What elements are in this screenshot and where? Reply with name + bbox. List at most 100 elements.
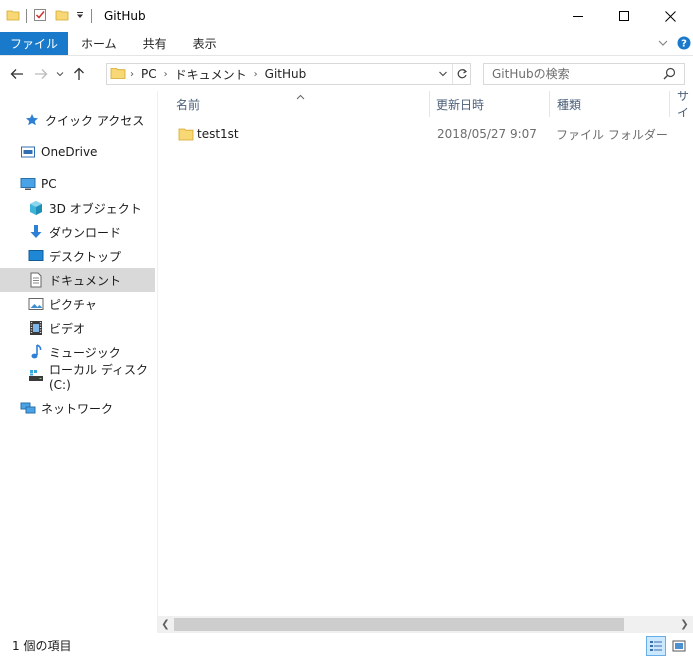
search-icon[interactable] — [663, 67, 676, 83]
nav-item-3d-objects[interactable]: 3D オブジェクト — [0, 196, 155, 220]
expand-ribbon-icon[interactable] — [657, 37, 669, 52]
help-icon[interactable]: ? — [677, 36, 691, 53]
desktop-icon — [28, 248, 44, 264]
address-dropdown-button[interactable] — [434, 69, 452, 79]
nav-item-label: ダウンロード — [49, 225, 122, 240]
column-divider[interactable] — [669, 91, 670, 117]
item-count: 1 個の項目 — [12, 639, 72, 653]
tab-view[interactable]: 表示 — [180, 32, 230, 55]
nav-item-pc[interactable]: PC — [0, 172, 155, 196]
toolbar-separator — [26, 9, 27, 23]
properties-icon[interactable] — [33, 8, 47, 25]
search-box[interactable] — [483, 63, 685, 85]
tab-file[interactable]: ファイル — [0, 32, 69, 55]
folder-icon — [110, 65, 126, 84]
quick-access-toolbar — [0, 0, 98, 32]
nav-item-desktop[interactable]: デスクトップ — [0, 244, 155, 268]
large-icons-view-icon — [672, 640, 686, 652]
column-header-label: 更新日時 — [436, 97, 485, 112]
nav-item-label: デスクトップ — [49, 249, 122, 264]
file-type: ファイル フォルダー — [556, 127, 668, 142]
column-header-type[interactable]: 種類 — [557, 91, 667, 117]
scrollbar-thumb[interactable] — [174, 618, 624, 631]
chevron-right-icon[interactable]: › — [250, 69, 262, 80]
ribbon-tabs: ファイル ホーム 共有 表示 ? — [0, 32, 693, 56]
navigation-pane: クイック アクセス OneDrive PC 3D オブジェクト ダウンロード デ… — [0, 91, 156, 631]
tab-home[interactable]: ホーム — [68, 32, 130, 55]
tab-share[interactable]: 共有 — [130, 32, 180, 55]
column-header-modified[interactable]: 更新日時 — [436, 91, 551, 117]
address-bar[interactable]: › PC › ドキュメント › GitHub — [106, 63, 471, 85]
download-icon — [28, 224, 44, 240]
nav-item-local-disk[interactable]: ローカル ディスク (C:) — [0, 363, 155, 392]
column-header-label: 名前 — [176, 97, 201, 112]
scroll-right-icon[interactable]: ❯ — [676, 616, 693, 633]
up-button[interactable] — [67, 62, 91, 86]
folder-icon — [178, 126, 194, 145]
recent-locations-button[interactable] — [53, 62, 67, 86]
refresh-icon — [457, 69, 467, 79]
details-view-button[interactable] — [646, 636, 666, 656]
column-header-size[interactable]: サイ — [677, 91, 693, 117]
pc-icon — [20, 176, 36, 192]
nav-item-label: OneDrive — [41, 145, 98, 159]
nav-item-label: ローカル ディスク (C:) — [49, 362, 148, 392]
maximize-button[interactable] — [601, 0, 647, 32]
nav-item-label: ネットワーク — [41, 401, 114, 416]
breadcrumb-github[interactable]: GitHub — [262, 67, 310, 81]
breadcrumb-documents[interactable]: ドキュメント — [172, 66, 250, 83]
nav-item-label: ミュージック — [49, 345, 121, 360]
chevron-right-icon[interactable]: › — [126, 69, 138, 80]
nav-item-quick-access[interactable]: クイック アクセス — [0, 108, 155, 132]
drive-icon — [28, 368, 44, 384]
column-header-label: 種類 — [557, 97, 582, 112]
nav-item-label: クイック アクセス — [45, 113, 145, 128]
file-name: test1st — [197, 127, 239, 141]
new-folder-icon[interactable] — [55, 8, 69, 25]
nav-item-videos[interactable]: ビデオ — [0, 316, 155, 340]
documents-icon — [28, 272, 44, 288]
breadcrumb-pc[interactable]: PC — [138, 67, 160, 81]
status-bar: 1 個の項目 — [0, 633, 693, 658]
maximize-icon — [619, 11, 629, 21]
file-list: 名前 更新日時 種類 サイ test1st 2018/05/27 9:07 ファ… — [157, 91, 693, 631]
pictures-icon — [28, 296, 44, 312]
column-divider[interactable] — [429, 91, 430, 117]
nav-item-label: 3D オブジェクト — [49, 201, 142, 216]
column-header-label: サイ — [677, 91, 690, 117]
network-icon — [20, 400, 36, 416]
table-row[interactable]: test1st 2018/05/27 9:07 ファイル フォルダー — [172, 123, 682, 145]
nav-item-network[interactable]: ネットワーク — [0, 396, 155, 420]
close-icon — [664, 10, 676, 22]
close-button[interactable] — [647, 0, 693, 32]
search-input[interactable] — [492, 65, 662, 83]
chevron-right-icon[interactable]: › — [160, 69, 172, 80]
nav-item-label: ドキュメント — [49, 273, 122, 288]
nav-item-pictures[interactable]: ピクチャ — [0, 292, 155, 316]
arrow-left-icon — [10, 69, 23, 79]
forward-button[interactable] — [29, 62, 53, 86]
onedrive-icon — [20, 144, 36, 160]
svg-text:?: ? — [681, 38, 687, 49]
nav-item-label: ピクチャ — [49, 297, 97, 312]
arrow-up-icon — [74, 67, 84, 80]
nav-item-documents[interactable]: ドキュメント — [0, 268, 155, 292]
large-icons-view-button[interactable] — [669, 636, 689, 656]
star-icon — [24, 112, 40, 128]
nav-item-onedrive[interactable]: OneDrive — [0, 140, 155, 164]
toolbar-separator — [91, 9, 92, 23]
column-header-name[interactable]: 名前 — [176, 91, 431, 117]
refresh-button[interactable] — [452, 64, 470, 84]
folder-icon — [6, 8, 20, 25]
minimize-button[interactable] — [555, 0, 601, 32]
nav-item-downloads[interactable]: ダウンロード — [0, 220, 155, 244]
arrow-right-icon — [35, 69, 48, 79]
customize-toolbar-icon[interactable] — [75, 9, 85, 23]
scroll-left-icon[interactable]: ❮ — [157, 616, 174, 633]
back-button[interactable] — [5, 62, 29, 86]
window-title: GitHub — [104, 9, 146, 23]
minimize-icon — [573, 16, 583, 17]
horizontal-scrollbar[interactable]: ❮ ❯ — [157, 616, 693, 633]
column-divider[interactable] — [549, 91, 550, 117]
music-icon — [28, 344, 44, 360]
